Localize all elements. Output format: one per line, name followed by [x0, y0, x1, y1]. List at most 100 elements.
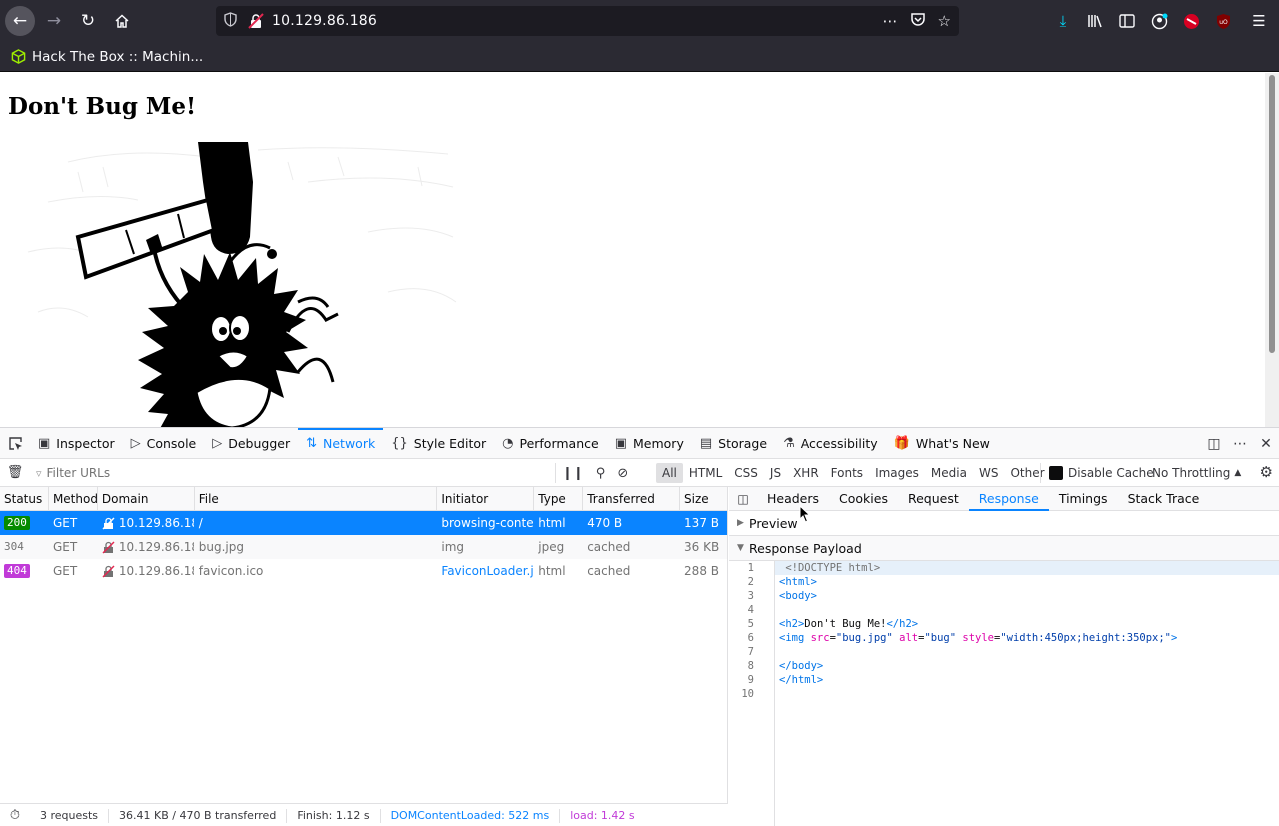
line-number: 6 [747, 632, 754, 644]
tab-stack-trace[interactable]: Stack Trace [1118, 487, 1210, 510]
tab-style-editor[interactable]: {} Style Editor [383, 428, 494, 458]
element-picker-icon [8, 436, 22, 450]
bookmark-label: Hack The Box :: Machin... [32, 48, 204, 65]
status-badge: 200 [4, 516, 30, 530]
tab-whats-new[interactable]: 🎁 What's New [886, 428, 998, 458]
filter-ws[interactable]: WS [973, 463, 1004, 483]
table-row[interactable]: 404 GET 10.129.86.186 favicon.ico Favico… [0, 559, 727, 583]
tab-performance[interactable]: ◔ Performance [494, 428, 607, 458]
menu-hamburger-icon[interactable]: ☰ [1239, 0, 1279, 42]
url-bar[interactable]: 10.129.86.186 ⋯ ☆ [216, 6, 959, 36]
table-row[interactable]: 304 GET 10.129.86.186 bug.jpg img jpeg c… [0, 535, 727, 559]
request-count: 3 requests [30, 808, 110, 823]
page-scrollbar[interactable] [1265, 73, 1279, 427]
response-code-viewer[interactable]: 1 2 3 4 5 6 7 8 9 10 <!DOCTYPE html> <ht… [729, 561, 1279, 826]
tab-debugger[interactable]: ▷ Debugger [204, 428, 298, 458]
filter-media[interactable]: Media [925, 463, 973, 483]
tab-cookies[interactable]: Cookies [829, 487, 898, 510]
disable-cache-checkbox[interactable]: Disable Cache [1040, 463, 1154, 483]
line-number: 8 [747, 660, 754, 672]
bug-image [27, 142, 457, 427]
code-line: <!DOCTYPE html> [775, 561, 1279, 575]
filter-xhr[interactable]: XHR [787, 463, 825, 483]
checkbox-checked[interactable] [1049, 466, 1063, 480]
extension-red-icon[interactable] [1175, 0, 1207, 42]
account-icon[interactable] [1143, 0, 1175, 42]
scrollbar-thumb[interactable] [1269, 75, 1275, 353]
tab-response[interactable]: Response [968, 487, 1049, 511]
pause-icon[interactable]: ❙❙ [562, 466, 584, 481]
back-button[interactable]: ← [5, 6, 35, 36]
library-icon[interactable] [1079, 0, 1111, 42]
column-type[interactable]: Type [534, 487, 584, 510]
insecure-lock-icon [102, 540, 115, 554]
tab-inspector[interactable]: ▣ Inspector [30, 428, 123, 458]
response-payload-toggle[interactable]: ▼ Response Payload [729, 536, 1279, 561]
tab-memory[interactable]: ▣ Memory [607, 428, 692, 458]
filter-html[interactable]: HTML [683, 463, 728, 483]
load-time: load: 1.42 s [570, 808, 635, 822]
column-domain[interactable]: Domain [98, 487, 195, 510]
column-initiator[interactable]: Initiator [437, 487, 535, 510]
request-list: Status Method Domain File Initiator Type… [0, 487, 728, 803]
column-file[interactable]: File [195, 487, 438, 510]
column-status[interactable]: Status [0, 487, 49, 510]
arrow-left-icon: ← [12, 11, 28, 31]
ublock-origin-icon[interactable]: uO [1207, 0, 1239, 42]
devtools-tab-bar: ▣ Inspector ▷ Console ▷ Debugger ⇅ Network {… [0, 428, 1279, 459]
filter-images[interactable]: Images [869, 463, 925, 483]
table-row[interactable]: 200 GET 10.129.86.186 / browsing-conte..… [0, 511, 727, 535]
insecure-lock-icon [102, 516, 115, 530]
insecure-lock-icon[interactable] [248, 13, 264, 29]
element-picker-button[interactable] [0, 428, 30, 458]
filter-fonts[interactable]: Fonts [825, 463, 869, 483]
clear-trash-icon[interactable]: 🗑 [0, 465, 30, 480]
tracking-shield-icon[interactable] [224, 11, 238, 31]
sidebar-icon[interactable] [1111, 0, 1143, 42]
memory-icon: ▣ [614, 435, 627, 451]
finish-time: Finish: 1.12 s [287, 808, 381, 823]
search-icon[interactable]: ⚲ [596, 466, 606, 481]
home-button[interactable] [107, 6, 137, 36]
block-icon[interactable]: ⊘ [617, 466, 628, 481]
stopwatch-icon[interactable]: ⏱ [0, 808, 30, 823]
downloads-icon[interactable]: ⤓ [1047, 0, 1079, 42]
tab-headers[interactable]: Headers [757, 487, 829, 510]
pocket-icon[interactable] [910, 12, 926, 31]
performance-icon: ◔ [502, 435, 514, 451]
column-size[interactable]: Size [680, 487, 727, 510]
throttling-select[interactable]: No Throttling ▲︎ [1152, 463, 1241, 483]
tab-console[interactable]: ▷ Console [123, 428, 205, 458]
bookmark-star-icon[interactable]: ☆ [938, 12, 951, 30]
line-number: 3 [747, 590, 754, 602]
filter-all[interactable]: All [656, 463, 683, 483]
filter-urls-input[interactable]: ▿ Filter URLs [36, 463, 556, 483]
page-actions-icon[interactable]: ⋯ [883, 12, 898, 30]
tab-request[interactable]: Request [898, 487, 969, 510]
tab-accessibility[interactable]: ⚗ Accessibility [775, 428, 886, 458]
tab-network[interactable]: ⇅ Network [298, 428, 384, 458]
toggle-sidebar-button[interactable]: ◫ [729, 487, 757, 510]
close-icon[interactable]: ✕ [1253, 436, 1279, 452]
tab-storage[interactable]: ▤ Storage [692, 428, 775, 458]
filter-js[interactable]: JS [764, 463, 787, 483]
gear-icon[interactable]: ⚙ [1260, 463, 1273, 481]
details-tab-bar: ◫ Headers Cookies Request Response Timin… [729, 487, 1279, 511]
status-badge: 304 [4, 540, 24, 553]
whats-new-icon: 🎁 [893, 435, 910, 451]
forward-button[interactable]: → [39, 6, 69, 36]
filter-css[interactable]: CSS [728, 463, 764, 483]
preview-section-toggle[interactable]: ▶ Preview [729, 511, 1279, 536]
dock-side-icon[interactable]: ◫ [1201, 436, 1227, 452]
column-method[interactable]: Method [49, 487, 98, 510]
bookmark-item[interactable]: Hack The Box :: Machin... [11, 49, 203, 65]
devtools-more-icon[interactable]: ⋯ [1227, 436, 1253, 452]
reload-button[interactable]: ↻ [73, 6, 103, 36]
line-number: 9 [747, 674, 754, 686]
url-text[interactable]: 10.129.86.186 [272, 13, 377, 29]
line-number: 4 [747, 604, 754, 616]
tab-timings[interactable]: Timings [1049, 487, 1118, 510]
column-transferred[interactable]: Transferred [583, 487, 681, 510]
